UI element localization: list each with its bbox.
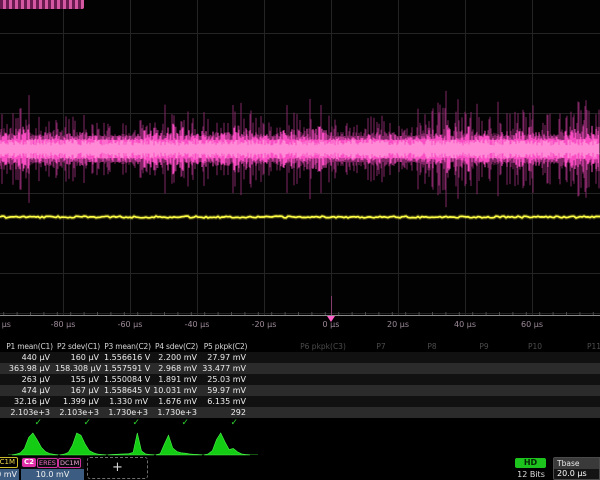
c2-eres-badge: ERES <box>37 458 58 468</box>
time-axis-label: 0 µs <box>309 320 353 329</box>
c1-vdiv-value: 10.0 mV <box>0 469 19 480</box>
measure-value: 263 µV <box>6 374 53 385</box>
measure-param-header[interactable]: P3 mean(C2) <box>104 341 151 352</box>
measure-value: 158.308 µV <box>55 363 102 374</box>
channel-c1-descriptor[interactable]: DC1M 10.0 mV <box>0 457 19 480</box>
measure-status-icon: ✓ <box>104 418 151 429</box>
measure-table-row: 263 µV155 µV1.550084 V1.891 mV25.03 mV <box>0 374 600 385</box>
measure-param-header-inactive[interactable]: P8 <box>404 341 460 352</box>
measure-status-icon: ✓ <box>202 418 249 429</box>
oscilloscope-screen: -100 µs -80 µs -60 µs -40 µs -20 µs 0 µs 20 µs… <box>0 0 600 480</box>
time-axis-label: 40 µs <box>443 320 487 329</box>
measure-value: 155 µV <box>55 374 102 385</box>
measure-table-row: 32.16 µV1.399 µV1.330 mV1.676 mV6.135 mV <box>0 396 600 407</box>
measure-param-header[interactable]: P5 pkpk(C2) <box>202 341 249 352</box>
measure-table-row: 474 µV167 µV1.558645 V10.031 mV59.97 mV <box>0 385 600 396</box>
measure-status-icon: ✓ <box>6 418 53 429</box>
time-axis-label: 20 µs <box>376 320 420 329</box>
measure-table-row: 2.103e+32.103e+31.730e+31.730e+3292 <box>0 407 600 418</box>
time-axis-label: -20 µs <box>242 320 286 329</box>
measure-value: 167 µV <box>55 385 102 396</box>
measure-value: 474 µV <box>6 385 53 396</box>
hd-mode-badge[interactable]: HD <box>515 458 546 468</box>
status-bar: DC1M 10.0 mV C2 ERES DC1M 10.0 mV + HD 1… <box>0 457 600 480</box>
measure-status-icon: ✓ <box>55 418 102 429</box>
measure-value: 1.330 mV <box>104 396 151 407</box>
measure-value: 292 <box>202 407 249 418</box>
measure-param-header[interactable]: P4 sdev(C2) <box>153 341 200 352</box>
measure-value: 33.477 mV <box>202 363 249 374</box>
measure-value: 1.558645 V <box>104 385 151 396</box>
histicon-strip <box>0 429 600 457</box>
measure-param-header[interactable]: P1 mean(C1) <box>6 341 53 352</box>
measure-table-row: 440 µV160 µV1.556616 V2.200 mV27.97 mV <box>0 352 600 363</box>
measure-value: 25.03 mV <box>202 374 249 385</box>
measure-value: 10.031 mV <box>153 385 200 396</box>
measure-value: 440 µV <box>6 352 53 363</box>
measure-param-header-inactive[interactable]: P6 pkpk(C3) <box>295 341 351 352</box>
measure-value: 2.200 mV <box>153 352 200 363</box>
time-axis-label: -100 µs <box>0 320 18 329</box>
measurement-table[interactable]: P1 mean(C1)P2 sdev(C1)P3 mean(C2)P4 sdev… <box>0 341 600 430</box>
measure-value: 32.16 µV <box>6 396 53 407</box>
add-trace-button[interactable]: + <box>87 457 148 479</box>
time-axis-label: -60 µs <box>108 320 152 329</box>
timebase-descriptor[interactable]: Tbase 20.0 µs <box>553 457 600 480</box>
hd-bits-label: 12 Bits <box>513 470 549 479</box>
measure-value: 27.97 mV <box>202 352 249 363</box>
measure-value: 1.399 µV <box>55 396 102 407</box>
measure-status-icon: ✓ <box>153 418 200 429</box>
time-axis-label: -80 µs <box>41 320 85 329</box>
timebase-value: 20.0 µs <box>554 468 599 479</box>
channel-c2-descriptor[interactable]: C2 ERES DC1M 10.0 mV <box>21 457 84 480</box>
time-axis-label: -40 µs <box>175 320 219 329</box>
measure-table-row: 363.98 µV158.308 µV1.557591 V2.968 mV33.… <box>0 363 600 374</box>
histicon[interactable] <box>108 431 154 456</box>
measure-value: 1.730e+3 <box>153 407 200 418</box>
toolbar-fragment <box>0 0 84 9</box>
histicon[interactable] <box>156 431 202 456</box>
measure-param-header-inactive[interactable]: P10 <box>507 341 563 352</box>
c1-coupling-badge: DC1M <box>0 457 18 468</box>
time-axis: -100 µs -80 µs -60 µs -40 µs -20 µs 0 µs 20 µs… <box>0 316 600 333</box>
c2-channel-tag: C2 <box>22 458 36 467</box>
measure-table-row: P1 mean(C1)P2 sdev(C1)P3 mean(C2)P4 sdev… <box>0 341 600 352</box>
measure-param-header-inactive[interactable]: P7 <box>353 341 409 352</box>
measure-value: 59.97 mV <box>202 385 249 396</box>
measure-value: 160 µV <box>55 352 102 363</box>
measure-value: 1.556616 V <box>104 352 151 363</box>
measure-param-header[interactable]: P2 sdev(C1) <box>55 341 102 352</box>
histicon[interactable] <box>60 431 106 456</box>
waveform-plot <box>0 0 600 317</box>
measure-value: 1.550084 V <box>104 374 151 385</box>
time-axis-label: 60 µs <box>510 320 554 329</box>
measure-value: 363.98 µV <box>6 363 53 374</box>
measure-value: 2.103e+3 <box>55 407 102 418</box>
measure-value: 2.103e+3 <box>6 407 53 418</box>
measure-value: 1.891 mV <box>153 374 200 385</box>
measure-value: 6.135 mV <box>202 396 249 407</box>
c2-coupling-badge: DC1M <box>58 458 81 468</box>
measure-param-header-inactive[interactable]: P11 <box>566 341 600 352</box>
measure-table-row: ✓✓✓✓✓ <box>0 418 600 429</box>
histicon[interactable] <box>12 431 58 456</box>
measure-value: 1.676 mV <box>153 396 200 407</box>
waveform-grid[interactable] <box>0 0 600 317</box>
histicon[interactable] <box>204 431 250 456</box>
measure-value: 1.557591 V <box>104 363 151 374</box>
measure-value: 2.968 mV <box>153 363 200 374</box>
measure-value: 1.730e+3 <box>104 407 151 418</box>
measure-param-header-inactive[interactable]: P9 <box>456 341 512 352</box>
c2-vdiv-value: 10.0 mV <box>21 469 84 480</box>
